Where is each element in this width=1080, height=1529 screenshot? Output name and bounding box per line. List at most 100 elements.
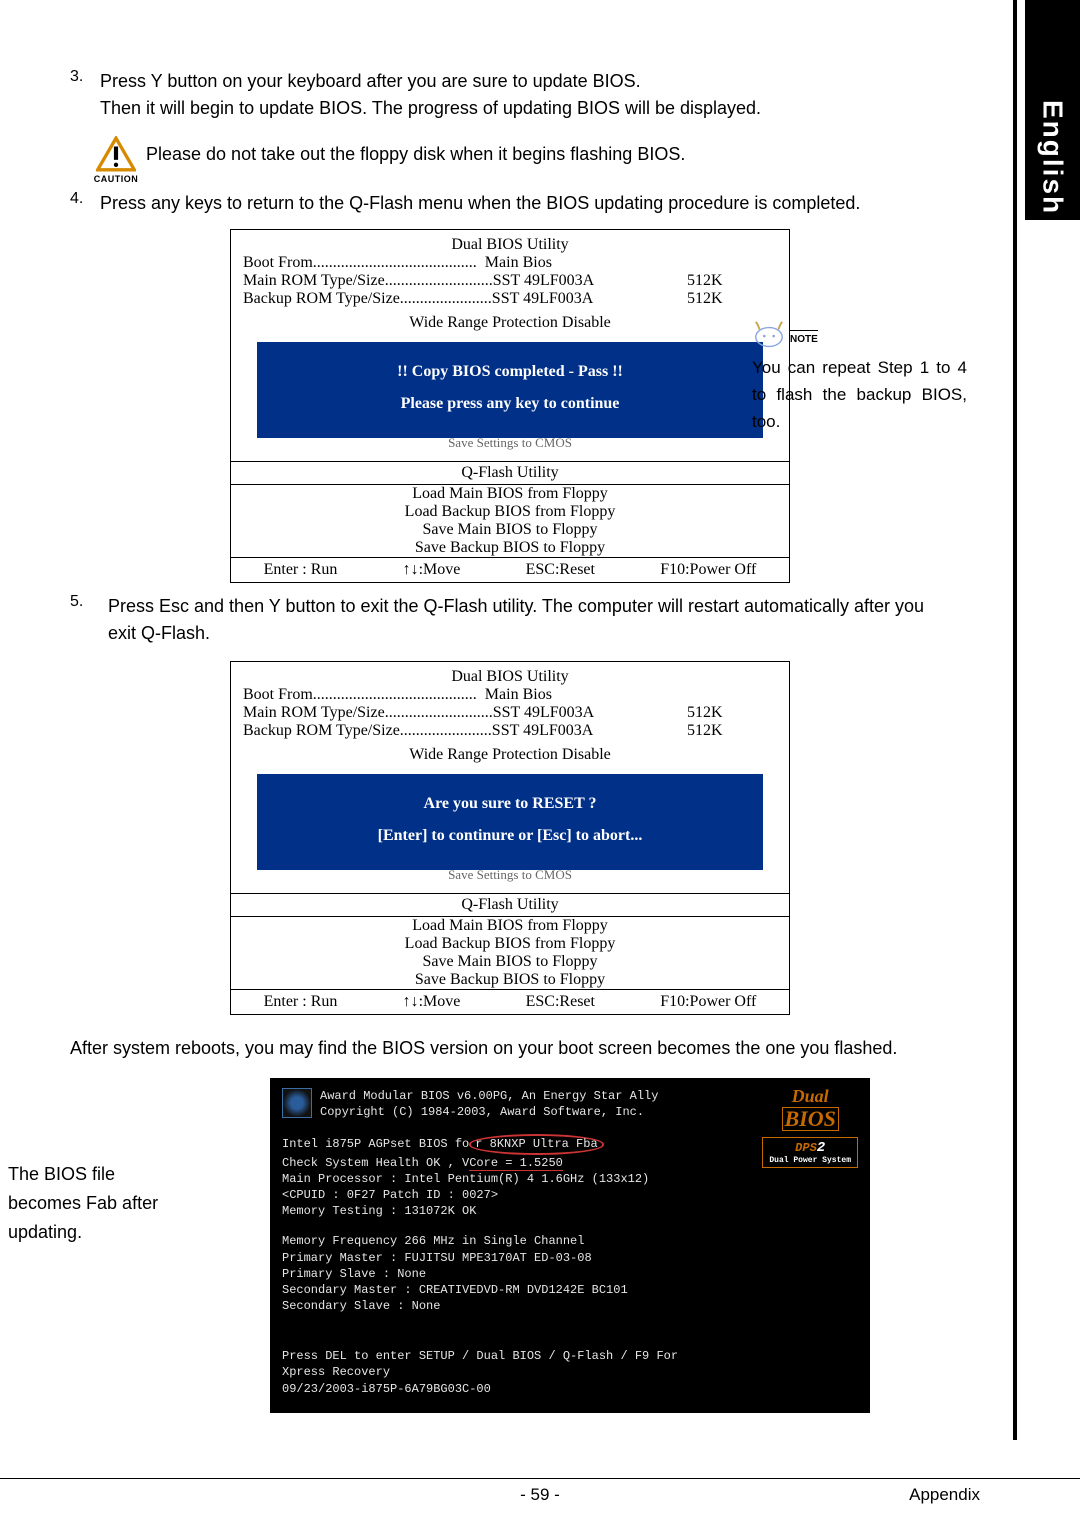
boot-from-value: Main Bios <box>485 686 552 704</box>
backup-rom-value: SST 49LF003A <box>492 290 594 308</box>
award-logo-icon <box>282 1088 312 1118</box>
section-name: Appendix <box>909 1485 980 1505</box>
step-5: 5. Press Esc and then Y button to exit t… <box>70 593 950 647</box>
key-f10: F10:Power Off <box>660 561 756 579</box>
key-f10: F10:Power Off <box>660 993 756 1011</box>
backup-rom-label: Backup ROM Type/Size....................… <box>243 722 492 740</box>
note-label: NOTE <box>790 330 818 348</box>
step-number: 5. <box>70 593 100 647</box>
boot-from-label: Boot From...............................… <box>243 254 477 272</box>
key-esc: ESC:Reset <box>526 993 595 1011</box>
post-l2a: Check System Health OK , V <box>282 1156 469 1170</box>
after-reboot-text: After system reboots, you may find the B… <box>70 1035 950 1062</box>
alert-line1: Are you sure to RESET ? <box>270 795 750 813</box>
step-3: 3. Press Y button on your keyboard after… <box>70 68 950 122</box>
main-rom-size: 512K <box>687 272 777 290</box>
menu-save-main: Save Main BIOS to Floppy <box>243 953 777 971</box>
post-l2b: Core = 1.5250 <box>469 1156 563 1171</box>
key-enter: Enter : Run <box>264 561 338 579</box>
backup-rom-label: Backup ROM Type/Size....................… <box>243 290 492 308</box>
post-l8: Primary Slave : None <box>282 1266 858 1282</box>
menu-save-backup: Save Backup BIOS to Floppy <box>243 971 777 989</box>
main-rom-label: Main ROM Type/Size......................… <box>243 704 493 722</box>
step-number: 4. <box>70 190 92 217</box>
main-rom-value: SST 49LF003A <box>493 704 595 722</box>
bios-file-callout: The BIOS file becomes Fab after updating… <box>8 1160 188 1246</box>
bios-footer-keys: Enter : Run ↑↓:Move ESC:Reset F10:Power … <box>231 990 789 1014</box>
bios-utility-screenshot-2: Dual BIOS Utility Boot From.............… <box>230 661 790 1015</box>
post-l12: Xpress Recovery <box>282 1364 858 1380</box>
post-screen: Award Modular BIOS v6.00PG, An Energy St… <box>270 1078 870 1413</box>
post-l13: 09/23/2003-i875P-6A79BG03C-00 <box>282 1381 858 1397</box>
qflash-title: Q-Flash Utility <box>243 464 777 482</box>
post-l4: <CPUID : 0F27 Patch ID : 0027> <box>282 1187 858 1203</box>
bios-footer-keys: Enter : Run ↑↓:Move ESC:Reset F10:Power … <box>231 558 789 582</box>
step-number: 3. <box>70 68 92 122</box>
main-rom-value: SST 49LF003A <box>493 272 595 290</box>
language-tab: English <box>1025 0 1080 220</box>
backup-rom-size: 512K <box>687 290 777 308</box>
step3-line1: Press Y button on your keyboard after yo… <box>100 68 761 95</box>
post-l3: Main Processor : Intel Pentium(R) 4 1.6G… <box>282 1171 858 1187</box>
bios-title: Dual BIOS Utility <box>243 668 777 686</box>
dual-bios-badge: Dual BIOS <box>762 1086 858 1131</box>
dps-badge: DPS2 Dual Power System <box>762 1137 858 1168</box>
menu-load-main: Load Main BIOS from Floppy <box>243 917 777 935</box>
post-l1b: r 8KNXP Ultra Fba <box>475 1137 597 1151</box>
alert-line2: [Enter] to continure or [Esc] to abort..… <box>270 827 750 845</box>
highlight-circle: r 8KNXP Ultra Fba <box>469 1134 603 1154</box>
qflash-title: Q-Flash Utility <box>243 896 777 914</box>
caution-text: Please do not take out the floppy disk w… <box>146 141 685 168</box>
page-number: - 59 - <box>520 1485 560 1505</box>
post-badges: Dual BIOS DPS2 Dual Power System <box>762 1086 858 1168</box>
post-l11: Press DEL to enter SETUP / Dual BIOS / Q… <box>282 1348 858 1364</box>
main-rom-label: Main ROM Type/Size......................… <box>243 272 493 290</box>
dps-sub: Dual Power System <box>769 1156 851 1165</box>
menu-save-main: Save Main BIOS to Floppy <box>243 521 777 539</box>
language-label: English <box>1037 100 1069 215</box>
boot-from-label: Boot From...............................… <box>243 686 477 704</box>
post-l5: Memory Testing : 131072K OK <box>282 1203 858 1219</box>
post-l9: Secondary Master : CREATIVEDVD-RM DVD124… <box>282 1282 858 1298</box>
post-l7: Primary Master : FUJITSU MPE3170AT ED-03… <box>282 1250 858 1266</box>
key-move: ↑↓:Move <box>403 993 461 1011</box>
post-l1a: Intel i875P AGPset BIOS fo <box>282 1137 469 1151</box>
note-icon <box>752 320 786 348</box>
menu-load-main: Load Main BIOS from Floppy <box>243 485 777 503</box>
caution-label: CAUTION <box>92 174 140 184</box>
wide-range-protection: Wide Range Protection Disable <box>243 746 777 764</box>
dual-text: Dual <box>792 1086 829 1106</box>
menu-save-backup: Save Backup BIOS to Floppy <box>243 539 777 557</box>
main-rom-size: 512K <box>687 704 777 722</box>
key-move: ↑↓:Move <box>403 561 461 579</box>
bios-text: BIOS <box>782 1107 839 1131</box>
backup-rom-value: SST 49LF003A <box>492 722 594 740</box>
post-header-1: Award Modular BIOS v6.00PG, An Energy St… <box>320 1088 658 1104</box>
note-text: You can repeat Step 1 to 4 to flash the … <box>752 354 967 436</box>
bios-title: Dual BIOS Utility <box>243 236 777 254</box>
step3-line2: Then it will begin to update BIOS. The p… <box>100 95 761 122</box>
note-block: NOTE You can repeat Step 1 to 4 to flash… <box>752 320 967 436</box>
alert-line2: Please press any key to continue <box>270 395 750 413</box>
alert-line1: !! Copy BIOS completed - Pass !! <box>270 363 750 381</box>
step5-text: Press Esc and then Y button to exit the … <box>108 593 950 647</box>
bios-alert: Are you sure to RESET ? [Enter] to conti… <box>257 774 763 870</box>
caution-block: CAUTION Please do not take out the flopp… <box>96 136 950 172</box>
underbar-text: Save Settings to CMOS <box>243 867 777 887</box>
caution-icon: CAUTION <box>96 136 136 172</box>
step4-text: Press any keys to return to the Q-Flash … <box>100 190 860 217</box>
right-rule <box>1013 0 1017 1440</box>
underbar-text: Save Settings to CMOS <box>243 435 777 455</box>
page-footer: - 59 - Appendix <box>0 1478 1080 1505</box>
boot-from-value: Main Bios <box>485 254 552 272</box>
post-header-2: Copyright (C) 1984-2003, Award Software,… <box>320 1104 658 1120</box>
step-4: 4. Press any keys to return to the Q-Fla… <box>70 190 950 217</box>
menu-load-backup: Load Backup BIOS from Floppy <box>243 503 777 521</box>
post-l10: Secondary Slave : None <box>282 1298 858 1314</box>
backup-rom-size: 512K <box>687 722 777 740</box>
post-l6: Memory Frequency 266 MHz in Single Chann… <box>282 1233 858 1249</box>
key-enter: Enter : Run <box>264 993 338 1011</box>
bios-alert: !! Copy BIOS completed - Pass !! Please … <box>257 342 763 438</box>
wide-range-protection: Wide Range Protection Disable <box>243 314 777 332</box>
menu-load-backup: Load Backup BIOS from Floppy <box>243 935 777 953</box>
